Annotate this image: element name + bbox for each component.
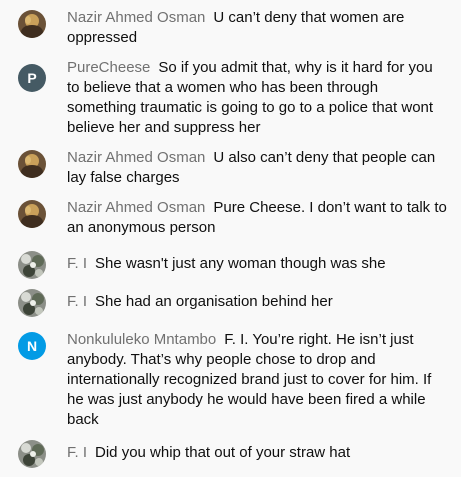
- purecheese-avatar-icon[interactable]: P: [18, 64, 46, 92]
- message-content: Nonkululeko Mntambo F. I. You’re right. H…: [67, 330, 449, 430]
- author-name[interactable]: Nazir Ahmed Osman: [67, 9, 205, 26]
- fi-avatar-icon[interactable]: [18, 289, 46, 317]
- message-content: F. I She had an organisation behind her: [67, 292, 449, 312]
- author-name[interactable]: F. I: [67, 444, 87, 461]
- avatar-letter: P: [27, 70, 37, 86]
- nazir-avatar-icon[interactable]: [18, 150, 46, 178]
- message-text: She had an organisation behind her: [95, 293, 333, 310]
- message-content: Nazir Ahmed Osman Pure Cheese. I don’t wa…: [67, 198, 449, 238]
- nazir-avatar-icon[interactable]: [18, 200, 46, 228]
- nazir-avatar-icon[interactable]: [18, 10, 46, 38]
- fi-avatar-icon[interactable]: [18, 251, 46, 279]
- author-name[interactable]: F. I: [67, 293, 87, 310]
- author-name[interactable]: F. I: [67, 255, 87, 272]
- message-content: PureCheese So if you admit that, why is i…: [67, 58, 449, 138]
- message-content: Nazir Ahmed Osman U also can’t deny that …: [67, 148, 449, 188]
- author-name[interactable]: Nazir Ahmed Osman: [67, 149, 205, 166]
- message-text: Did you whip that out of your straw hat: [95, 444, 351, 461]
- fi-avatar-icon[interactable]: [18, 440, 46, 468]
- avatar-letter: N: [26, 338, 38, 354]
- author-name[interactable]: Nonkululeko Mntambo: [67, 331, 216, 348]
- author-name[interactable]: Nazir Ahmed Osman: [67, 199, 205, 216]
- message-content: F. I Did you whip that out of your straw …: [67, 443, 449, 463]
- message-content: F. I She wasn't just any woman though was…: [67, 254, 449, 274]
- message-text: She wasn't just any woman though was she: [95, 255, 386, 272]
- message-content: Nazir Ahmed Osman U can’t deny that women…: [67, 8, 449, 48]
- live-chat-list: Nazir Ahmed Osman U can’t deny that women…: [0, 0, 461, 477]
- author-name[interactable]: PureCheese: [67, 59, 150, 76]
- nonkululeko-avatar-icon[interactable]: N: [18, 332, 46, 360]
